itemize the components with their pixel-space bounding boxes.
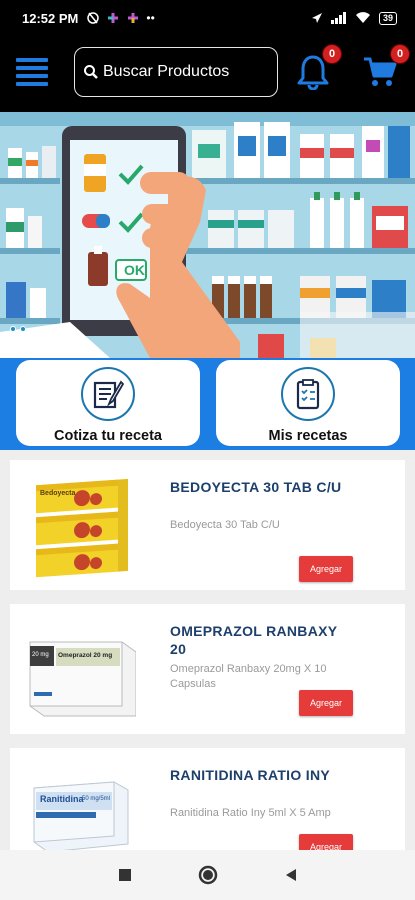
product-image: Ranitidina 50 mg/5ml (26, 762, 136, 850)
product-image: Bedoyecta (26, 474, 136, 582)
my-prescriptions-label: Mis recetas (268, 428, 348, 444)
product-box-subtext: 50 mg/5ml (82, 796, 111, 802)
hamburger-menu-icon[interactable] (16, 58, 48, 86)
add-to-cart-button[interactable]: Agregar (299, 834, 353, 850)
banner-ok-label: OK (124, 262, 145, 278)
product-card[interactable]: Bedoyecta BEDOYECTA 30 TAB C/U Bedoyecta… (10, 460, 405, 590)
product-box-text: Omeprazol 20 mg (58, 652, 113, 659)
product-description: Bedoyecta 30 Tab C/U (170, 519, 280, 531)
cart-badge: 0 (390, 44, 410, 64)
status-time: 12:52 PM (22, 10, 79, 26)
product-box-badge: 20 mg (32, 652, 49, 658)
pharmacy-illustration (0, 112, 415, 358)
product-list[interactable]: Bedoyecta BEDOYECTA 30 TAB C/U Bedoyecta… (0, 450, 415, 850)
quick-actions: Cotiza tu receta Mis recetas (0, 358, 415, 450)
battery-icon: 39 (378, 11, 397, 25)
search-icon (84, 65, 98, 79)
product-title: RANITIDINA RATIO INY (170, 767, 330, 783)
add-to-cart-button[interactable]: Agregar (299, 690, 353, 716)
home-button[interactable] (198, 865, 218, 885)
product-box-text: Ranitidina (40, 794, 84, 804)
product-title: OMEPRAZOL RANBAXY 20 (170, 623, 338, 657)
product-card[interactable]: Ranitidina 50 mg/5ml RANITIDINA RATIO IN… (10, 748, 405, 850)
circle-icon (198, 865, 217, 885)
status-bar: 12:52 PM •• 39 (0, 0, 415, 36)
square-icon (118, 869, 131, 881)
system-nav-bar (0, 850, 415, 900)
clipboard-list-icon (281, 367, 335, 421)
prescription-icon (81, 367, 135, 421)
promo-banner[interactable]: OK (0, 112, 415, 358)
back-triangle-icon (285, 869, 296, 881)
product-card[interactable]: 20 mg Omeprazol 20 mg OMEPRAZOL RANBAXY … (10, 604, 405, 734)
signal-icon (330, 12, 346, 24)
location-icon (311, 13, 322, 23)
app-bar: Buscar Productos 0 0 (0, 36, 415, 112)
quote-prescription-label: Cotiza tu receta (54, 428, 162, 444)
quote-prescription-button[interactable]: Cotiza tu receta (16, 360, 200, 446)
add-to-cart-button[interactable]: Agregar (299, 556, 353, 582)
wifi-icon (355, 12, 370, 23)
slack-icon-2 (128, 13, 139, 23)
cart-button[interactable]: 0 (362, 44, 410, 94)
product-description: Ranitidina Ratio Iny 5ml X 5 Amp (170, 807, 331, 819)
product-box-text: Bedoyecta (40, 490, 76, 497)
product-description: Omeprazol Ranbaxy 20mg X 10 Capsulas (170, 663, 327, 690)
product-image: 20 mg Omeprazol 20 mg (26, 618, 137, 726)
slack-icon (108, 13, 119, 23)
carousel-dots[interactable] (10, 326, 26, 332)
product-title: BEDOYECTA 30 TAB C/U (170, 479, 342, 495)
recent-apps-button[interactable] (118, 868, 132, 882)
back-button[interactable] (284, 868, 298, 882)
more-notifications-icon: •• (146, 11, 155, 25)
sync-icon (87, 12, 100, 24)
my-prescriptions-button[interactable]: Mis recetas (216, 360, 400, 446)
search-placeholder: Buscar Productos (103, 63, 230, 80)
search-input[interactable]: Buscar Productos (74, 47, 278, 97)
notifications-badge: 0 (322, 44, 342, 64)
notifications-button[interactable]: 0 (296, 44, 342, 94)
